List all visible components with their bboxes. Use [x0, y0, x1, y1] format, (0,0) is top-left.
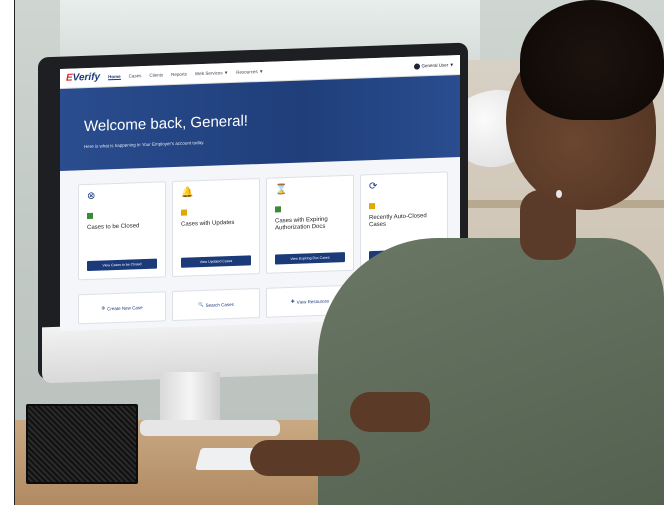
plus-circle-icon: ⊕	[101, 305, 106, 311]
view-expiring-doc-cases-button[interactable]: View Expiring Doc Cases	[275, 252, 345, 265]
card-label: Cases to be Closed	[87, 223, 140, 232]
account-menu[interactable]: General User ▼	[413, 62, 454, 70]
card-label: Cases with Updates	[181, 219, 235, 228]
card-label: Recently Auto-Closed Cases	[369, 213, 427, 229]
status-badge	[181, 209, 187, 216]
bell-icon: 🔔	[181, 187, 194, 199]
plus-icon: ✚	[290, 298, 295, 304]
earring	[556, 190, 562, 198]
left-border	[0, 0, 15, 505]
close-circle-icon: ⊗	[87, 190, 96, 203]
status-badge	[369, 202, 375, 210]
search-icon: 🔍	[198, 301, 204, 308]
nav-home[interactable]: Home	[108, 73, 121, 80]
hourglass-icon: ⌛	[275, 184, 288, 196]
nav-web-services[interactable]: Web Services ▼	[195, 70, 228, 76]
mesh-basket	[26, 404, 138, 484]
view-cases-to-be-closed-button[interactable]: View Cases to be Closed	[87, 258, 157, 272]
photo-scene: EVerify Home Cases Clients Reports Web S…	[0, 0, 664, 505]
status-badge	[87, 212, 93, 220]
refresh-icon: ⟳	[369, 180, 378, 193]
nav-cases[interactable]: Cases	[129, 73, 142, 78]
everify-logo[interactable]: EVerify	[66, 72, 100, 84]
card-label: Cases with Expiring Authorization Docs	[275, 216, 328, 232]
nav-clients[interactable]: Clients	[149, 72, 163, 77]
card-expiring-docs: ⌛ Cases with Expiring Authorization Docs…	[266, 174, 354, 274]
woman-hand-keyboard	[250, 440, 360, 476]
search-cases-button[interactable]: 🔍 Search Cases	[172, 288, 260, 322]
card-cases-with-updates: 🔔 Cases with Updates View Updated Cases	[172, 178, 260, 278]
woman-hand-mouse	[350, 392, 430, 432]
woman-hair	[520, 0, 664, 120]
user-icon	[413, 62, 420, 70]
nav-resources[interactable]: Resources ▼	[236, 69, 263, 75]
create-new-case-button[interactable]: ⊕ Create New Case	[78, 291, 166, 325]
welcome-title: Welcome back, General!	[84, 112, 248, 136]
view-updated-cases-button[interactable]: View Updated Cases	[181, 255, 251, 268]
woman-torso	[318, 238, 664, 505]
welcome-banner: Welcome back, General! Here is what is h…	[60, 75, 460, 171]
monitor-stand-foot	[140, 420, 280, 436]
card-cases-to-be-closed: ⊗ Cases to be Closed View Cases to be Cl…	[78, 181, 166, 281]
nav-reports[interactable]: Reports	[171, 72, 187, 78]
welcome-subtitle: Here is what is happening in Your Employ…	[84, 139, 205, 150]
status-badge	[275, 206, 281, 213]
